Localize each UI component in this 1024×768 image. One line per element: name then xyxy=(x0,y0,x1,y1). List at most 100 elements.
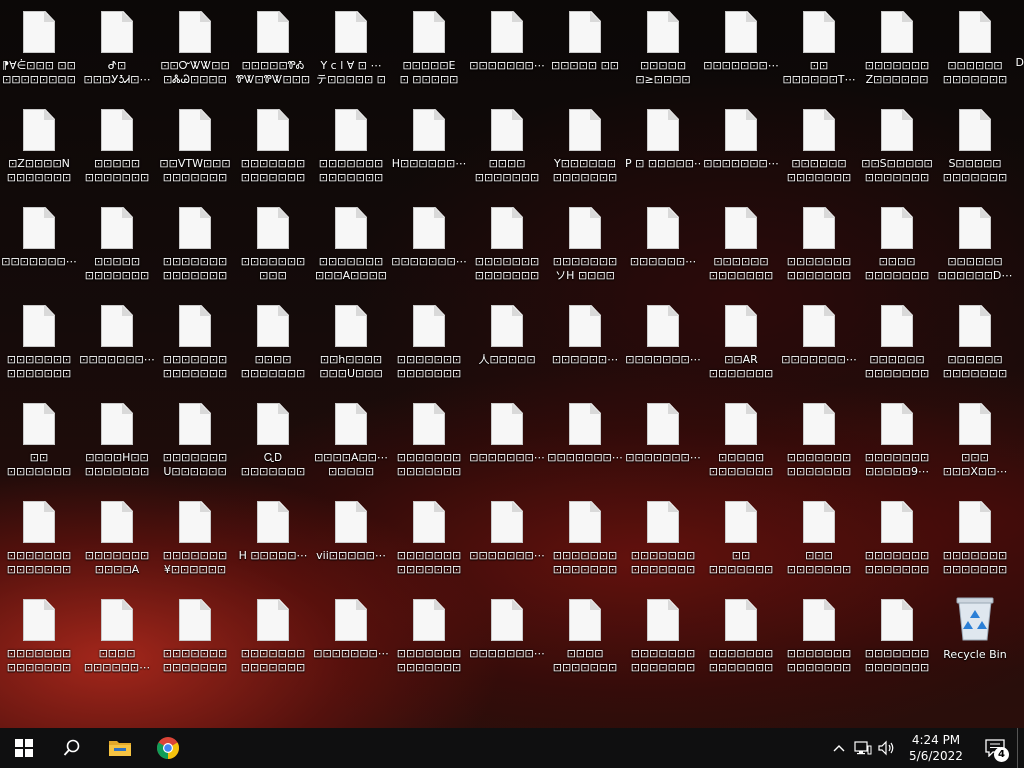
desktop-file-icon[interactable]: ⊡⊡⊡⊡⊡ᏈᎣ ᏈᏔ⊡ᏈᏔ⊡⊡⊡ xyxy=(234,2,312,94)
desktop-file-icon[interactable]: ⊡⊡⊡⊡⊡⊡⊡ ⊡⊡⊡⊡⊡⊡⊡ xyxy=(936,492,1014,584)
desktop-file-icon[interactable]: ⊡⊡⊡⊡⊡⊡⊡ ⊡⊡⊡⊡⊡⊡⊡ xyxy=(156,296,234,388)
desktop-file-icon[interactable]: ⊡⊡⊡⊡⊡⊡⊡ ¥⊡⊡⊡⊡⊡⊡ xyxy=(156,492,234,584)
desktop-file-icon[interactable]: ⊡⊡⊡ ⊡⊡⊡X⊡⊡⋯ xyxy=(936,394,1014,486)
desktop-file-icon[interactable]: ⊡⊡⊡⊡⊡⊡ ⊡⊡⊡⊡⊡⊡⊡ xyxy=(780,100,858,192)
volume-button[interactable] xyxy=(875,728,899,768)
desktop-file-icon[interactable]: ⊡⊡⊡⊡⊡⊡⊡⋯ xyxy=(390,198,468,290)
desktop-file-icon[interactable]: ⊡⊡⊡⊡⊡⊡⊡⋯ xyxy=(546,394,624,486)
desktop[interactable]: ⁋∀⋵⊡⊡⊡ ⊡⊡ ⊡⊡⊡⊡⊡⊡⊡⊡ ᕷ⊡ ⊡⊡⊡ᎩᎼᏗ⊡⋯ ⊡⊡ᏅᏔᏔ⊡⊡ ⊡ᏜᏊ… xyxy=(0,0,1024,728)
desktop-file-icon[interactable]: ⊡⊡⊡⊡⊡⊡⊡ ⊡⊡⊡⊡⊡⊡⊡ xyxy=(858,590,936,682)
desktop-file-icon[interactable]: ⊡⊡⊡⊡⊡⊡⊡ ⊡⊡⊡⊡⊡⊡⊡ xyxy=(390,590,468,682)
recycle-bin-icon-item[interactable]: Recycle Bin xyxy=(936,590,1014,682)
desktop-file-icon[interactable]: ⊡⊡⊡⊡⊡⊡⊡ ⊡⊡⊡A⊡⊡⊡⊡ xyxy=(312,198,390,290)
desktop-file-icon[interactable]: ⊡⊡⊡⊡⊡⊡⊡ ⊡⊡⊡⊡⊡⊡⊡ xyxy=(780,198,858,290)
search-button[interactable] xyxy=(48,728,96,768)
desktop-file-icon[interactable]: Y c l ∀ ⊡ ⋯ テ⊡⊡⊡⊡⊡ ⊡ xyxy=(312,2,390,94)
desktop-file-icon[interactable]: ⊡⊡⊡⊡⊡⊡⊡ ⊡⊡⊡⊡⊡⊡⊡ xyxy=(156,198,234,290)
desktop-file-icon[interactable]: ⊡⊡ ⊡⊡⊡⊡⊡⊡⊡ xyxy=(702,492,780,584)
desktop-file-icon[interactable]: ⊡⊡⊡⊡⊡⊡⊡ ⊡⊡⊡⊡⊡⊡⊡ xyxy=(390,296,468,388)
desktop-file-icon[interactable]: ⊡⊡⊡⊡⊡⊡ ⊡⊡⊡⊡⊡⊡D⋯ xyxy=(936,198,1014,290)
desktop-file-icon[interactable]: ⊡⊡ᏅᏔᏔ⊡⊡ ⊡ᏜᏊ⊡⊡⊡⊡ xyxy=(156,2,234,94)
desktop-file-icon[interactable]: ⊡⊡⊡⊡⊡⊡⊡ ⊡⊡⊡⊡⊡⊡⊡ xyxy=(780,394,858,486)
desktop-file-icon[interactable]: ⊡⊡⊡⊡⊡⊡ ⊡⊡⊡⊡⊡⊡⊡ xyxy=(858,296,936,388)
desktop-file-icon[interactable]: ⊡⊡⊡⊡⊡⊡⊡ ⊡⊡⊡⊡⊡⊡⊡ xyxy=(0,492,78,584)
desktop-file-icon[interactable]: ⊡⊡ ⊡⊡⊡⊡⊡⊡T⋯ xyxy=(780,2,858,94)
desktop-file-icon[interactable]: ⊡⊡⊡⊡⊡⊡⊡ ⊡⊡⊡⊡⊡⊡⊡ xyxy=(624,590,702,682)
desktop-file-icon[interactable]: ⊡⊡⊡⊡A⊡⊡⋯ ⊡⊡⊡⊡⊡ xyxy=(312,394,390,486)
desktop-file-icon[interactable]: ⊡⊡⊡⊡ ⊡⊡⊡⊡⊡⊡⋯ xyxy=(78,590,156,682)
desktop-file-icon[interactable]: ⊡⊡⊡⊡⊡⊡⋯ xyxy=(624,198,702,290)
desktop-file-icon[interactable]: ⊡⊡⊡⊡⊡ ⊡⊡ xyxy=(546,2,624,94)
desktop-file-icon[interactable]: ⊡⊡⊡⊡⊡⊡⊡⋯ xyxy=(624,296,702,388)
desktop-file-icon[interactable]: ⊡⊡⊡⊡⊡⊡⊡⋯ xyxy=(468,2,546,94)
desktop-file-icon[interactable]: vii⊡⊡⊡⊡⊡⋯ xyxy=(312,492,390,584)
desktop-file-icon[interactable]: ⊡⊡⊡⊡⊡⊡⊡ Z⊡⊡⊡⊡⊡⊡ xyxy=(858,2,936,94)
desktop-file-icon[interactable]: ⊡⊡AR ⊡⊡⊡⊡⊡⊡⊡ xyxy=(702,296,780,388)
desktop-file-icon[interactable]: ⊡⊡⊡⊡⊡⊡⊡ ⊡⊡⊡⊡⊡⊡⊡ xyxy=(780,590,858,682)
show-desktop-button[interactable] xyxy=(1017,728,1024,768)
network-button[interactable] xyxy=(851,728,875,768)
desktop-file-icon[interactable]: ⊡⊡⊡⊡⊡⊡⊡⋯ xyxy=(312,590,390,682)
desktop-file-icon[interactable]: ⊡⊡S⊡⊡⊡⊡⊡ ⊡⊡⊡⊡⊡⊡⊡ xyxy=(858,100,936,192)
desktop-file-icon[interactable]: ⊡⊡⊡⊡ ⊡⊡⊡⊡⊡⊡⊡ xyxy=(858,198,936,290)
desktop-file-icon[interactable]: ⊡⊡⊡⊡⊡⊡⊡⋯ xyxy=(0,198,78,290)
desktop-file-icon[interactable]: ⊡⊡⊡⊡⊡⊡⊡⋯ xyxy=(468,492,546,584)
desktop-file-icon[interactable]: ⊡⊡⊡⊡⊡E ⊡ ⊡⊡⊡⊡⊡ xyxy=(390,2,468,94)
desktop-file-icon[interactable]: ⊡⊡⊡⊡⊡⊡⊡ ⊡⊡⊡⊡⊡⊡⊡ xyxy=(0,296,78,388)
desktop-file-icon[interactable]: H⊡⊡⊡⊡⊡⊡⋯ xyxy=(390,100,468,192)
desktop-file-icon[interactable]: ⊡⊡⊡⊡ ⊡⊡⊡⊡⊡⊡⊡ xyxy=(468,100,546,192)
desktop-file-icon[interactable]: ⊡⊡⊡⊡⊡⊡⊡ ⊡⊡⊡⊡A xyxy=(78,492,156,584)
desktop-file-icon[interactable]: ⁋∀⋵⊡⊡⊡ ⊡⊡ ⊡⊡⊡⊡⊡⊡⊡⊡ xyxy=(0,2,78,94)
desktop-file-icon[interactable]: ⊡⊡⊡⊡⊡⊡⊡⋯ xyxy=(702,2,780,94)
desktop-file-icon[interactable]: ⊡⊡⊡⊡⊡⊡⊡ ⊡⊡⊡⊡⊡⊡⊡ xyxy=(858,492,936,584)
desktop-file-icon[interactable]: ⊡⊡⊡⊡⊡⊡⊡ ⊡⊡⊡⊡⊡⊡⊡ xyxy=(312,100,390,192)
desktop-file-icon[interactable]: ⊡⊡⊡⊡⊡⊡⊡ ⊡⊡⊡⊡⊡⊡⊡ xyxy=(546,492,624,584)
desktop-file-icon[interactable]: ⊡⊡⊡⊡⊡⊡⊡ ⊡⊡⊡⊡⊡⊡⊡ xyxy=(234,100,312,192)
desktop-file-icon[interactable]: ⊡⊡⊡⊡⊡ ⊡⊡⊡⊡⊡⊡⊡ xyxy=(78,198,156,290)
taskbar-file-explorer-button[interactable] xyxy=(96,728,144,768)
notification-center-button[interactable]: 4 xyxy=(973,728,1017,768)
desktop-file-icon[interactable]: ⊡⊡⊡⊡⊡⊡⊡ ⊡⊡⊡⊡⊡9⋯ xyxy=(858,394,936,486)
desktop-file-icon[interactable]: ⊡⊡⊡⊡⊡ ⊡≥⊡⊡⊡⊡ xyxy=(624,2,702,94)
desktop-file-icon[interactable]: H ⊡⊡⊡⊡⊡⋯ xyxy=(234,492,312,584)
desktop-file-icon[interactable]: ⊡⊡⊡⊡⊡⊡⊡⋯ xyxy=(468,590,546,682)
desktop-file-icon[interactable]: ⊡⊡⊡⊡⊡⊡⊡ U⊡⊡⊡⊡⊡⊡ xyxy=(156,394,234,486)
desktop-file-icon[interactable]: S⊡⊡⊡⊡⊡ ⊡⊡⊡⊡⊡⊡⊡ xyxy=(936,100,1014,192)
desktop-file-icon[interactable]: P ⊡ ⊡⊡⊡⊡⊡⋯ xyxy=(624,100,702,192)
desktop-file-icon[interactable]: ⊡⊡⊡⊡⊡⊡⋯ xyxy=(546,296,624,388)
desktop-file-icon[interactable]: ⊡⊡⊡⊡⊡⊡⊡⋯ xyxy=(702,100,780,192)
clock[interactable]: 4:24 PM 5/6/2022 xyxy=(899,728,973,768)
desktop-file-icon[interactable]: ⊡⊡⊡⊡⊡⊡⊡⋯ xyxy=(468,394,546,486)
desktop-file-icon[interactable]: ⊡⊡⊡⊡⊡ ⊡⊡⊡⊡⊡⊡⊡ xyxy=(78,100,156,192)
desktop-file-icon[interactable]: ⊡⊡⊡⊡⊡⊡⊡ ⊡⊡⊡⊡⊡⊡⊡ xyxy=(0,590,78,682)
desktop-file-icon[interactable]: ⊡⊡⊡ ⊡⊡⊡⊡⊡⊡⊡ xyxy=(780,492,858,584)
desktop-file-icon[interactable]: ⊡⊡⊡⊡⊡⊡⊡ ⊡⊡⊡⊡⊡⊡⊡ xyxy=(390,394,468,486)
desktop-file-icon[interactable]: ⊡⊡⊡⊡ ⊡⊡⊡⊡⊡⊡⊡ xyxy=(234,296,312,388)
desktop-file-icon[interactable]: ⊡⊡⊡⊡⊡⊡⊡ ソH ⊡⊡⊡⊡ xyxy=(546,198,624,290)
desktop-file-icon[interactable]: ⊡⊡⊡⊡⊡⊡⊡⋯ xyxy=(624,394,702,486)
desktop-file-icon[interactable]: ⊡⊡ ⊡⊡⊡⊡⊡⊡⊡ xyxy=(0,394,78,486)
desktop-file-icon[interactable]: ⊡⊡⊡⊡⊡⊡⊡ ⊡⊡⊡⊡⊡⊡⊡ xyxy=(702,590,780,682)
desktop-file-icon[interactable]: ⊡⊡⊡⊡⊡⊡⊡ ⊡⊡⊡ xyxy=(234,198,312,290)
desktop-file-icon[interactable]: ⊡⊡⊡⊡ ⊡⊡⊡⊡⊡⊡⊡ xyxy=(546,590,624,682)
desktop-file-icon[interactable]: ⊡⊡⊡⊡⊡⊡⊡ ⊡⊡⊡⊡⊡⊡⊡ xyxy=(156,590,234,682)
desktop-file-icon[interactable]: ⊡⊡⊡⊡⊡⊡⊡ ⊡⊡⊡⊡⊡⊡⊡ xyxy=(234,590,312,682)
show-hidden-icons-button[interactable] xyxy=(827,728,851,768)
desktop-file-icon[interactable]: ᏩᎠ ⊡⊡⊡⊡⊡⊡⊡ xyxy=(234,394,312,486)
desktop-file-icon[interactable]: ⊡⊡⊡⊡⊡⊡⊡⋯ xyxy=(780,296,858,388)
desktop-file-icon[interactable]: ⊡⊡⊡⊡⊡⊡ ⊡⊡⊡⊡⊡⊡⊡ xyxy=(936,296,1014,388)
desktop-file-icon[interactable]: ⊡⊡⊡⊡⊡ ⊡⊡⊡⊡⊡⊡⊡ xyxy=(702,394,780,486)
desktop-file-icon[interactable]: ⊡⊡⊡⊡⊡⊡ ⊡⊡⊡⊡⊡⊡⊡ xyxy=(702,198,780,290)
desktop-file-icon[interactable]: ⊡⊡h⊡⊡⊡⊡ ⊡⊡⊡U⊡⊡⊡ xyxy=(312,296,390,388)
desktop-file-icon[interactable]: ⊡⊡VTW⊡⊡⊡ ⊡⊡⊡⊡⊡⊡⊡ xyxy=(156,100,234,192)
desktop-file-icon[interactable]: 人⊡⊡⊡⊡⊡ xyxy=(468,296,546,388)
desktop-file-icon[interactable]: ⊡⊡⊡⊡⊡⊡ ⊡⊡⊡⊡⊡⊡⊡ xyxy=(936,2,1014,94)
desktop-file-icon[interactable]: ᕷ⊡ ⊡⊡⊡ᎩᎼᏗ⊡⋯ xyxy=(78,2,156,94)
desktop-file-icon[interactable]: ⊡⊡⊡⊡⊡⊡⊡ ⊡⊡⊡⊡⊡⊡⊡ xyxy=(468,198,546,290)
desktop-file-icon[interactable]: ⊡Z⊡⊡⊡⊡N ⊡⊡⊡⊡⊡⊡⊡ xyxy=(0,100,78,192)
desktop-file-icon[interactable]: Y⊡⊡⊡⊡⊡⊡ ⊡⊡⊡⊡⊡⊡⊡ xyxy=(546,100,624,192)
desktop-file-icon[interactable]: ⊡⊡⊡⊡⊡⊡⊡ ⊡⊡⊡⊡⊡⊡⊡ xyxy=(390,492,468,584)
desktop-file-icon[interactable]: ⊡⊡⊡⊡⊡⊡⊡ ⊡⊡⊡⊡⊡⊡⊡ xyxy=(624,492,702,584)
desktop-file-icon[interactable]: ⊡⊡⊡⊡H⊡⊡ ⊡⊡⊡⊡⊡⊡⊡ xyxy=(78,394,156,486)
desktop-file-icon[interactable]: ⊡⊡⊡⊡⊡⊡⊡⋯ xyxy=(78,296,156,388)
